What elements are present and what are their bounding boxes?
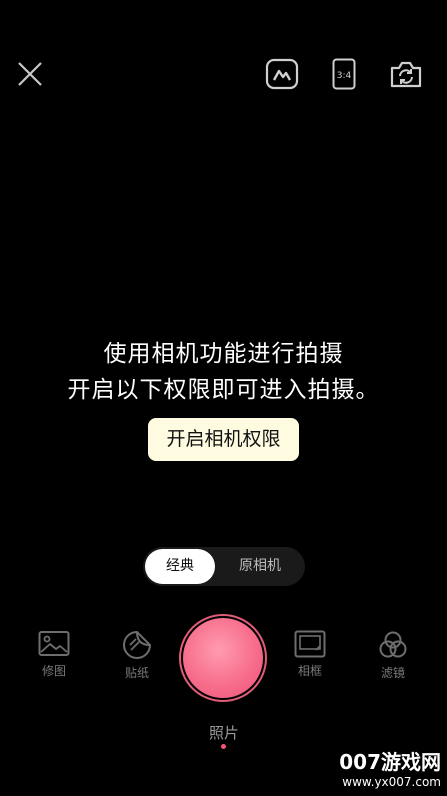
camera-flip-icon	[390, 61, 422, 88]
filter-icon	[379, 631, 407, 658]
edit-tool-label: 修图	[41, 664, 66, 678]
close-icon	[18, 62, 42, 86]
edit-tool-button[interactable]: 修图	[24, 630, 84, 679]
sticker-tool-label: 贴纸	[124, 666, 149, 680]
watermark-main: 007游戏网	[339, 750, 441, 774]
permission-message: 使用相机功能进行拍摄 开启以下权限即可进入拍摄。	[0, 336, 447, 408]
photo-frame-icon	[294, 630, 326, 658]
frame-tool-button[interactable]: 相框	[280, 630, 340, 679]
active-mode-indicator	[221, 744, 226, 749]
aspect-ratio-label: 3:4	[337, 71, 352, 81]
filter-tool-button[interactable]: 滤镜	[363, 630, 423, 681]
shutter-button[interactable]	[183, 618, 263, 698]
mode-original-camera[interactable]: 原相机	[223, 549, 297, 584]
gallery-button[interactable]	[264, 57, 300, 91]
aspect-ratio-button[interactable]: 3:4	[331, 57, 357, 91]
filter-tool-label: 滤镜	[380, 666, 405, 680]
photo-edit-icon	[38, 631, 70, 656]
permission-line-1: 使用相机功能进行拍摄	[103, 341, 344, 367]
enable-camera-permission-button[interactable]: 开启相机权限	[148, 418, 299, 461]
gallery-icon	[265, 58, 299, 90]
frame-tool-label: 相框	[297, 664, 322, 678]
photo-mode-tab[interactable]: 照片	[193, 722, 255, 743]
close-button[interactable]	[14, 58, 46, 90]
aspect-ratio-icon: 3:4	[332, 58, 356, 90]
site-watermark: 007游戏网 www.yx007.com	[339, 749, 441, 789]
flip-camera-button[interactable]	[388, 58, 424, 90]
watermark-url: www.yx007.com	[342, 775, 441, 789]
camera-mode-switch: 经典 原相机	[143, 547, 305, 586]
sticker-icon	[123, 630, 152, 659]
sticker-tool-button[interactable]: 贴纸	[107, 630, 167, 681]
mode-classic[interactable]: 经典	[145, 549, 215, 584]
permission-line-2: 开启以下权限即可进入拍摄。	[67, 377, 380, 403]
top-bar: 3:4	[0, 0, 447, 150]
